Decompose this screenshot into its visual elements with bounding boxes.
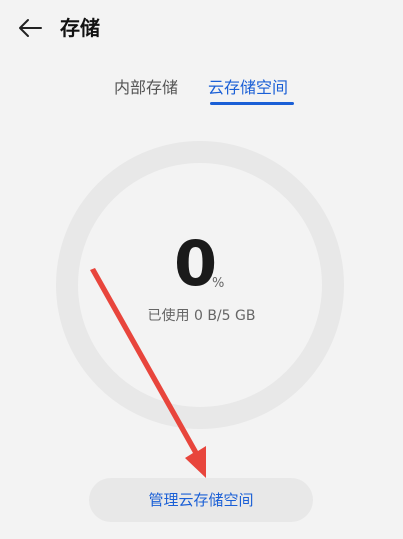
manage-cloud-storage-button[interactable]: 管理云存储空间 <box>89 478 313 522</box>
usage-percent-value: 0 <box>174 227 218 300</box>
arrow-left-icon <box>19 19 42 37</box>
back-button[interactable] <box>14 12 46 44</box>
page-title: 存储 <box>60 16 100 40</box>
storage-tabs: 内部存储 云存储空间 <box>0 74 403 108</box>
usage-percent-unit: % <box>212 276 225 291</box>
tab-internal-storage[interactable]: 内部存储 <box>114 74 178 102</box>
usage-label: 已使用 0 B/5 GB <box>147 308 256 324</box>
active-tab-indicator <box>210 102 294 105</box>
tab-cloud-storage[interactable]: 云存储空间 <box>208 74 288 102</box>
header: 存储 <box>0 0 403 56</box>
